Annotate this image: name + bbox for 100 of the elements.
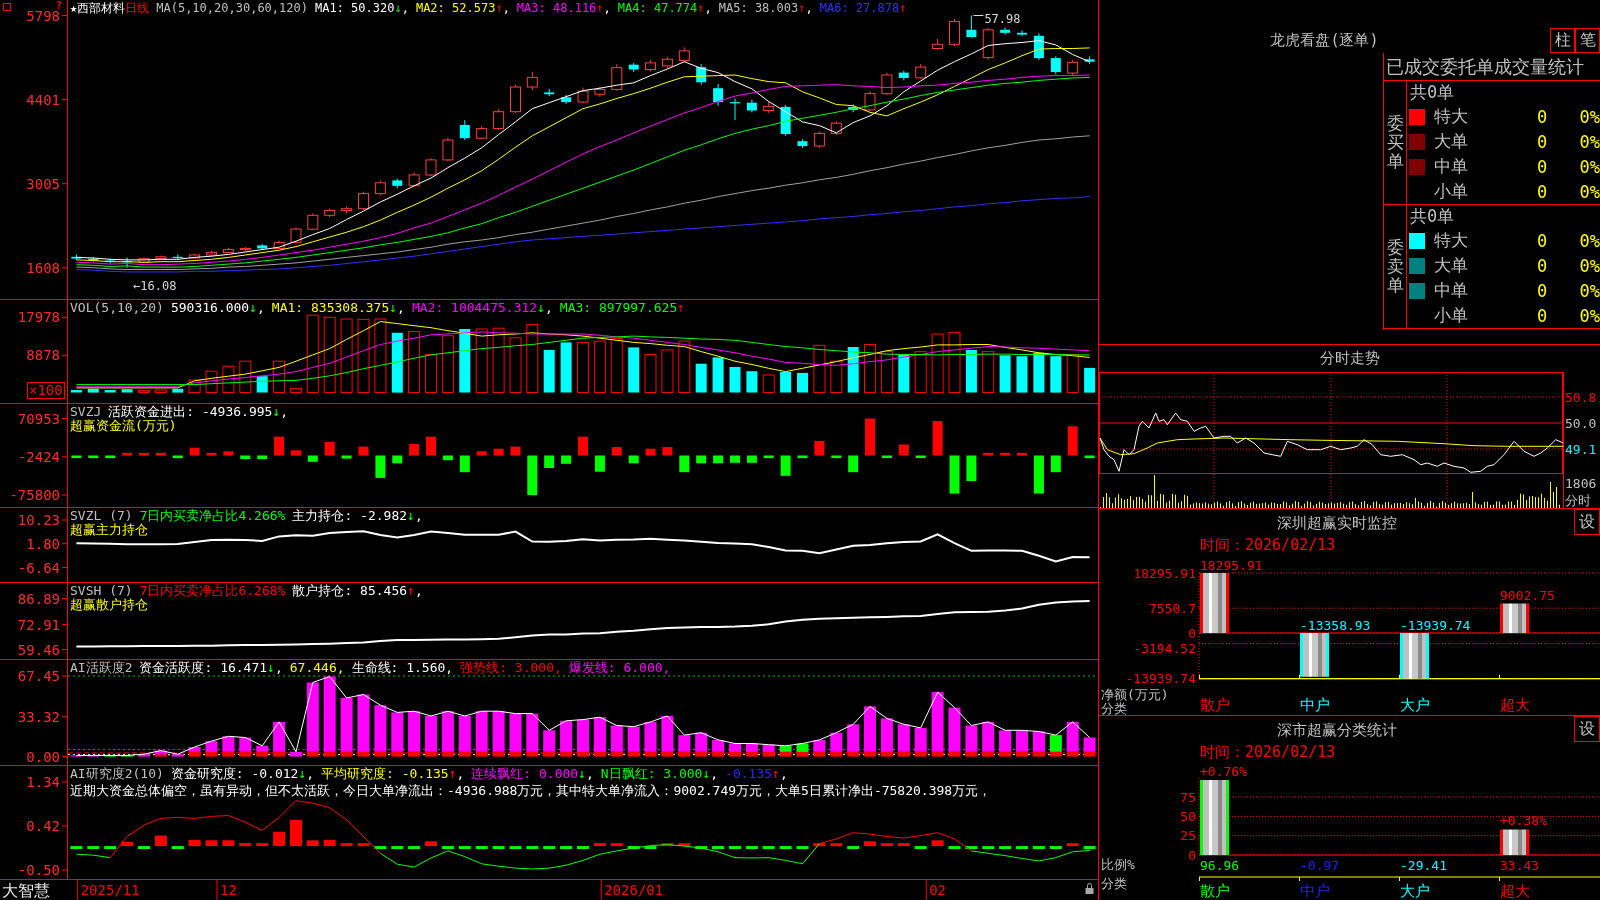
side-label: 委卖单 [1384, 205, 1407, 328]
axis-label: 67.45 [17, 668, 60, 684]
indicator-reading: MA1: 835308.375↓, [271, 301, 405, 315]
panel-title: 深圳超赢实时监控 [1275, 513, 1398, 534]
indicator-reading: MA2: 1004475.312↓, [411, 301, 553, 315]
indicator-reading: 7日内买卖净占比6.268% [139, 584, 286, 598]
indicator-reading: 590316.000↓, [170, 301, 265, 315]
indicator-reading: 主力持仓: -2.982↓, [292, 509, 423, 523]
indicator-reading: 资金活跃度: 16.471↓, [139, 661, 283, 675]
order-type: 中单 [1434, 155, 1469, 178]
category-label: 中户 [1300, 696, 1330, 714]
bar-change-label: +0.76% [1200, 763, 1247, 779]
stock-name: 西部材料 [77, 1, 126, 15]
scale-unit-label: 分时 [1565, 492, 1591, 508]
order-percent: 0% [1578, 156, 1600, 177]
bar-value-label: -13939.74 [1400, 617, 1471, 633]
axis-label: 33.32 [17, 708, 60, 725]
price-scale-label: 50.8 [1565, 389, 1597, 405]
axis-label: 0.42 [26, 818, 60, 834]
axis-label: 3005 [26, 175, 60, 192]
category-label: 散户 [1200, 696, 1230, 714]
indicator-name: AI研究度2(10) [70, 767, 164, 781]
axis-label: -75800 [9, 487, 60, 503]
axis-label: 1608 [26, 259, 60, 276]
order-count: 0 [1535, 255, 1549, 276]
category-label: 大户 [1400, 696, 1430, 714]
order-total: 共0单 [1409, 81, 1455, 104]
order-count: 0 [1535, 305, 1549, 326]
axis-label: 0 [1188, 625, 1196, 641]
indicator-reading: 活跃资金进出: -4936.995↓, [108, 405, 289, 419]
order-percent: 0% [1578, 230, 1600, 251]
axis-label: 25 [1180, 828, 1196, 844]
category-label: 散户 [1200, 882, 1230, 900]
help-mark: ? [56, 0, 63, 11]
order-type: 小单 [1434, 304, 1469, 327]
axis-label: -0.50 [17, 862, 60, 878]
indicator-name: AI活跃度2 [70, 661, 133, 675]
order-type: 大单 [1434, 130, 1469, 153]
indicator-reading: 67.446, [289, 661, 345, 675]
indicator-reading: MA2: 52.573↑, [415, 1, 510, 15]
axis-label: 50 [1180, 808, 1196, 824]
order-count: 0 [1535, 106, 1549, 127]
indicator-reading: MA1: 50.320↓, [314, 1, 409, 15]
timestamp: 时间：2026/02/13 [1200, 537, 1336, 553]
order-percent: 0% [1578, 305, 1600, 326]
order-count: 0 [1535, 280, 1549, 301]
ratio-label: 33.43 [1500, 857, 1540, 873]
ratio-label: -29.41 [1400, 857, 1447, 873]
indicator-subtitle: 超赢资金流(万元) [70, 419, 177, 433]
axis-label: -13939.74 [1125, 671, 1196, 687]
indicator-name: SVZJ [70, 405, 102, 419]
axis-label: 8878 [26, 347, 60, 364]
order-percent: 0% [1578, 131, 1600, 152]
stats-title: 已成交委托单成交量统计 [1384, 53, 1600, 81]
indicator-subtitle: 超赢主力持仓 [70, 523, 148, 537]
order-type: 小单 [1434, 180, 1469, 203]
axis-label: 10.23 [17, 512, 60, 528]
indicator-reading: MA3: 48.116↑, [516, 1, 611, 15]
axis-label: 17978 [17, 309, 60, 326]
indicator-reading: 爆发线: 6.000, [568, 661, 671, 675]
order-count: 0 [1535, 181, 1549, 202]
indicator-name: SVZL (7) [70, 509, 133, 523]
axis-label: 1.80 [26, 535, 60, 552]
period-label: 日线 [125, 1, 150, 15]
indicator-name: SVSH (7) [70, 584, 133, 598]
analysis-text: 近期大资金总体偏空，虽有异动，但不太活跃，今日大单净流出：-4936.988万元，其中特大单净流入：9002.749万元，大单5日累计净出-75820.398万元， [70, 784, 992, 798]
indicator-reading: MA6: 27.878↑ [819, 1, 907, 15]
axis-label: -6.64 [17, 559, 60, 576]
axis-label: 7550.7 [1149, 600, 1196, 616]
category-label: 中户 [1300, 882, 1330, 900]
axis-label: 1.34 [26, 774, 60, 790]
indicator-reading: 资金研究度: -0.012↓, [170, 767, 315, 781]
date-label: 12 [219, 882, 237, 898]
brand-name: 大智慧 [2, 880, 50, 900]
axis-label: 72.91 [17, 616, 60, 633]
order-percent: 0% [1578, 106, 1600, 127]
panel-title: 龙虎看盘(逐单) [1269, 31, 1380, 50]
axis-label: 59.46 [17, 641, 60, 658]
price-scale-label: 49.1 [1565, 441, 1597, 457]
indicator-reading: -0.135↑, [725, 767, 788, 781]
indicator-reading: MA4: 47.774↑, [617, 1, 712, 15]
category-label: 超大 [1500, 696, 1530, 714]
ratio-label: 96.96 [1200, 857, 1240, 873]
axis-label: 4401 [26, 91, 60, 108]
bar-value-label: 9002.75 [1500, 588, 1555, 603]
date-label: 2026/01 [604, 882, 664, 898]
side-label: 委买单 [1384, 81, 1407, 204]
indicator-name: MA(5,10,20,30,60,120) [156, 1, 308, 15]
axis-label: 0 [1188, 847, 1196, 863]
date-label: 2025/11 [80, 882, 140, 898]
category-label: 大户 [1400, 882, 1430, 900]
indicator-reading: 连续飘红: 0.000↓, [471, 767, 594, 781]
indicator-reading: 强势线: 3.000, [460, 661, 562, 675]
order-count: 0 [1535, 156, 1549, 177]
panel-title: 分时走势 [1318, 348, 1381, 369]
order-type: 大单 [1434, 254, 1469, 277]
order-percent: 0% [1578, 255, 1600, 276]
indicator-reading: 散户持仓: 85.456↑, [292, 584, 423, 598]
axis-label: 18295.91 [1133, 565, 1196, 581]
order-total: 共0单 [1409, 205, 1455, 228]
